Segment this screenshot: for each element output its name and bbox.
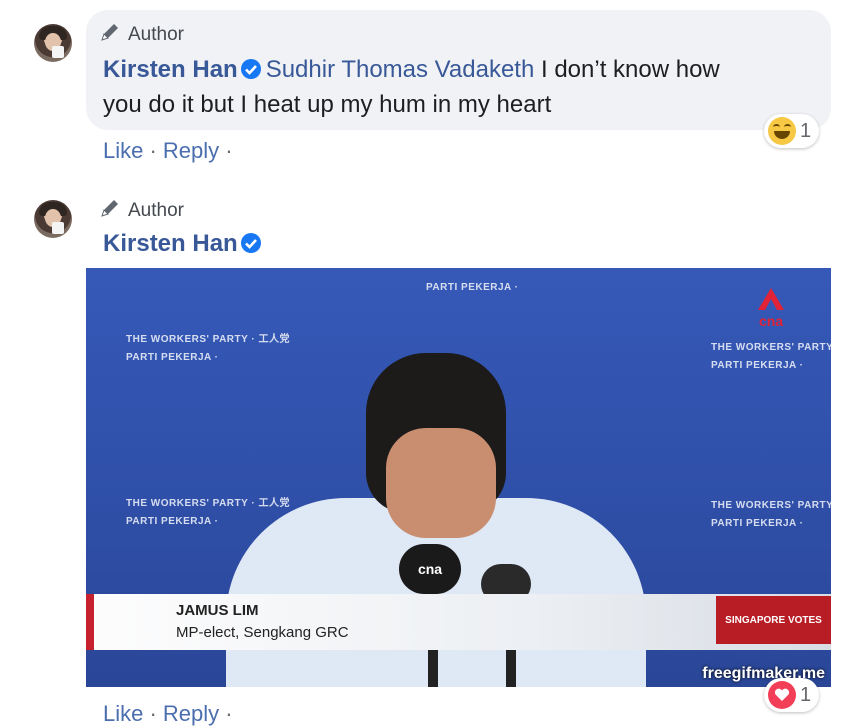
avatar[interactable] — [34, 200, 72, 238]
corner-badge: SINGAPORE VOTES — [716, 596, 831, 644]
lower-third-name: JAMUS LIM — [176, 602, 259, 619]
watermark-text: PARTI PEKERJA · — [711, 518, 804, 529]
verified-badge-icon — [240, 57, 262, 89]
gif-attachment[interactable]: THE WORKERS' PARTY · 工人党 PARTI PEKERJA ·… — [86, 268, 831, 687]
watermark-text: THE WORKERS' PARTY · 工人党 — [126, 498, 291, 509]
love-emoji-icon — [768, 681, 796, 709]
watermark-text: PARTI PEKERJA · — [426, 282, 519, 293]
comment-text: I don’t know how — [534, 56, 720, 83]
comment-actions: Like · Reply · — [103, 701, 233, 726]
verified-badge-icon — [240, 231, 262, 263]
commenter-name[interactable]: Kirsten Han — [103, 230, 238, 257]
gif-figure — [386, 428, 496, 538]
watermark-text: PARTI PEKERJA · — [711, 360, 804, 371]
watermark-text: THE WORKERS' PARTY · 工人党 — [126, 334, 291, 345]
cna-logo-icon: cna — [751, 288, 791, 332]
watermark-text: THE WORKERS' PARTY · 工人党 — [711, 500, 831, 511]
commenter-name[interactable]: Kirsten Han — [103, 56, 238, 83]
author-badge: Author — [98, 20, 184, 50]
pen-icon — [98, 196, 122, 226]
lower-third-role: MP-elect, Sengkang GRC — [176, 624, 349, 641]
comment-text: you do it but I heat up my hum in my hea… — [103, 91, 552, 118]
watermark-text: THE WORKERS' PARTY · 工人党 — [711, 342, 831, 353]
mention-link[interactable]: Sudhir Thomas Vadaketh — [266, 56, 535, 83]
watermark-text: PARTI PEKERJA · — [126, 516, 219, 527]
author-badge-label: Author — [128, 200, 184, 221]
author-badge-label: Author — [128, 24, 184, 45]
author-badge: Author — [98, 196, 184, 226]
like-button[interactable]: Like — [103, 138, 143, 163]
avatar[interactable] — [34, 24, 72, 62]
haha-emoji-icon — [768, 117, 796, 145]
comment-body: Kirsten Han — [103, 228, 266, 263]
reaction-count[interactable]: 1 — [764, 114, 820, 148]
watermark-text: PARTI PEKERJA · — [126, 352, 219, 363]
reply-button[interactable]: Reply — [163, 138, 219, 163]
reply-button[interactable]: Reply — [163, 701, 219, 726]
comment-body: Kirsten Han Sudhir Thomas Vadaketh I don’… — [103, 54, 823, 121]
comment-actions: Like · Reply · — [103, 138, 233, 163]
pen-icon — [98, 20, 122, 50]
like-button[interactable]: Like — [103, 701, 143, 726]
microphone-icon: cna — [399, 544, 461, 594]
reaction-count[interactable]: 1 — [764, 678, 820, 712]
